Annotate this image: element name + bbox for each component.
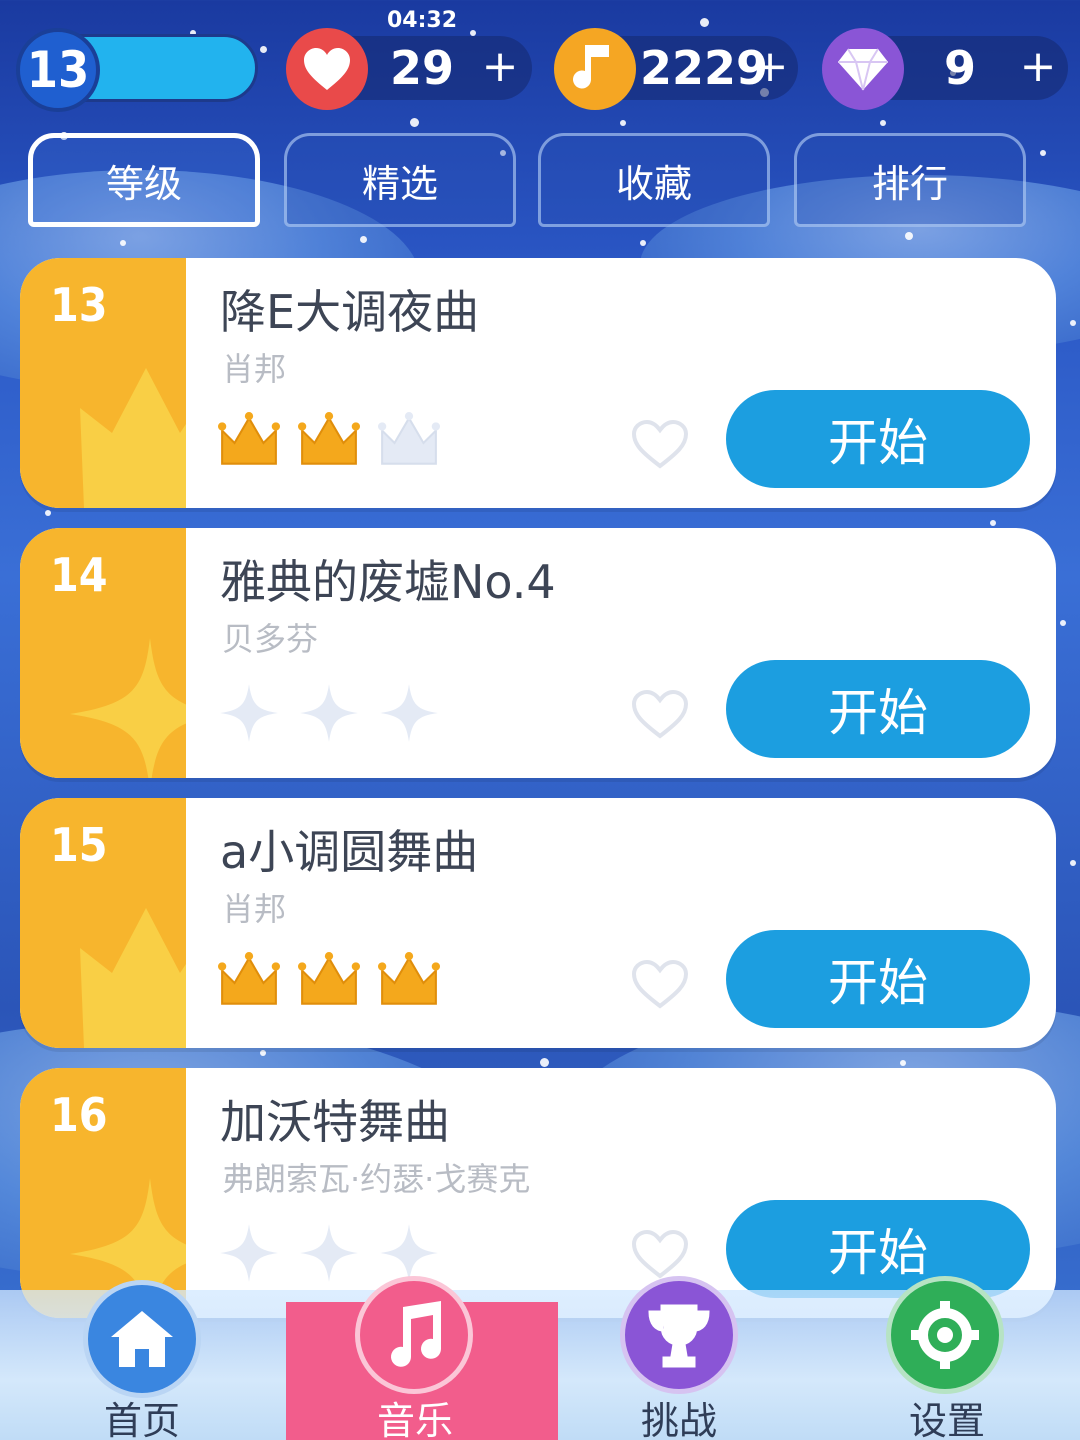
gems-value: 9 xyxy=(943,41,976,95)
music-note-currency-icon xyxy=(554,28,636,110)
start-button[interactable]: 开始 xyxy=(726,660,1030,758)
notes-value: 2229 xyxy=(640,41,769,95)
clock: 04:32 xyxy=(386,8,458,33)
song-rating xyxy=(218,678,458,758)
start-button[interactable]: 开始 xyxy=(726,930,1030,1028)
snowflake xyxy=(1040,150,1046,156)
nav-challenge-label[interactable]: 挑战 xyxy=(604,1390,754,1440)
player-level-badge: 13 xyxy=(16,28,100,112)
star-empty-icon xyxy=(380,1224,438,1282)
home-icon[interactable] xyxy=(83,1280,201,1398)
snowflake xyxy=(1060,620,1066,626)
start-button[interactable]: 开始 xyxy=(726,390,1030,488)
add-gems-button[interactable]: + xyxy=(1018,36,1058,100)
song-card: 13 降E大调夜曲 肖邦 开始 xyxy=(20,258,1056,508)
snowflake xyxy=(540,1058,549,1067)
song-level: 14 xyxy=(50,548,108,602)
favorite-heart-icon[interactable] xyxy=(630,958,690,1014)
song-rating xyxy=(218,408,458,488)
song-title: 降E大调夜曲 xyxy=(220,285,480,339)
tab-favorites[interactable]: 收藏 xyxy=(538,133,770,227)
tab-ranking[interactable]: 排行 xyxy=(794,133,1026,227)
snowflake xyxy=(905,232,913,240)
song-artist: 贝多芬 xyxy=(222,620,319,658)
star-empty-icon xyxy=(300,1224,358,1282)
add-notes-button[interactable]: + xyxy=(750,36,790,100)
snowflake xyxy=(880,120,886,126)
tab-featured[interactable]: 精选 xyxy=(284,133,516,227)
crown-earned-icon xyxy=(298,952,360,1005)
song-card: 15 a小调圆舞曲 肖邦 开始 xyxy=(20,798,1056,1048)
song-title: 雅典的废墟No.4 xyxy=(220,555,556,609)
song-title: a小调圆舞曲 xyxy=(220,825,479,879)
crown-earned-icon xyxy=(298,412,360,465)
snowflake xyxy=(990,520,996,526)
snowflake xyxy=(900,1060,906,1066)
heart-icon xyxy=(286,28,368,110)
tab-level[interactable]: 等级 xyxy=(28,133,260,227)
diamond-icon xyxy=(822,28,904,110)
add-lives-button[interactable]: + xyxy=(480,36,520,100)
star-empty-icon xyxy=(220,684,278,742)
snowflake xyxy=(45,510,51,516)
music-note-icon[interactable] xyxy=(355,1276,473,1394)
favorite-heart-icon[interactable] xyxy=(630,688,690,744)
nav-music-label[interactable]: 音乐 xyxy=(340,1390,490,1440)
song-artist: 弗朗索瓦·约瑟·戈赛克 xyxy=(222,1160,531,1198)
snowflake xyxy=(1070,860,1076,866)
settings-icon[interactable] xyxy=(886,1276,1004,1394)
song-card: 14 雅典的废墟No.4 贝多芬 开始 xyxy=(20,528,1056,778)
snowflake xyxy=(360,236,367,243)
star-empty-icon xyxy=(220,1224,278,1282)
snowflake xyxy=(120,240,126,246)
nav-home-label[interactable]: 首页 xyxy=(67,1390,217,1440)
trophy-icon[interactable] xyxy=(620,1276,738,1394)
nav-settings-label[interactable]: 设置 xyxy=(872,1390,1022,1440)
crown-earned-icon xyxy=(218,412,280,465)
crown-earned-icon xyxy=(378,952,440,1005)
song-artist: 肖邦 xyxy=(222,350,287,388)
song-title: 加沃特舞曲 xyxy=(220,1095,450,1149)
song-level: 16 xyxy=(50,1088,108,1142)
crown-empty-icon xyxy=(378,412,440,465)
snowflake xyxy=(260,1050,266,1056)
song-artist: 肖邦 xyxy=(222,890,287,928)
song-level: 15 xyxy=(50,818,108,872)
crown-earned-icon xyxy=(218,952,280,1005)
snowflake xyxy=(1070,320,1076,326)
song-level: 13 xyxy=(50,278,108,332)
song-card: 16 加沃特舞曲 弗朗索瓦·约瑟·戈赛克 开始 xyxy=(20,1068,1056,1318)
song-rating xyxy=(218,948,458,1028)
favorite-heart-icon[interactable] xyxy=(630,418,690,474)
star-empty-icon xyxy=(380,684,438,742)
star-empty-icon xyxy=(300,684,358,742)
snowflake xyxy=(640,240,646,246)
snowflake xyxy=(620,120,626,126)
status-bar: 04:32 13 29 + 2229 + 9 + xyxy=(0,0,1080,120)
lives-value: 29 xyxy=(389,41,454,95)
start-button[interactable]: 开始 xyxy=(726,1200,1030,1298)
